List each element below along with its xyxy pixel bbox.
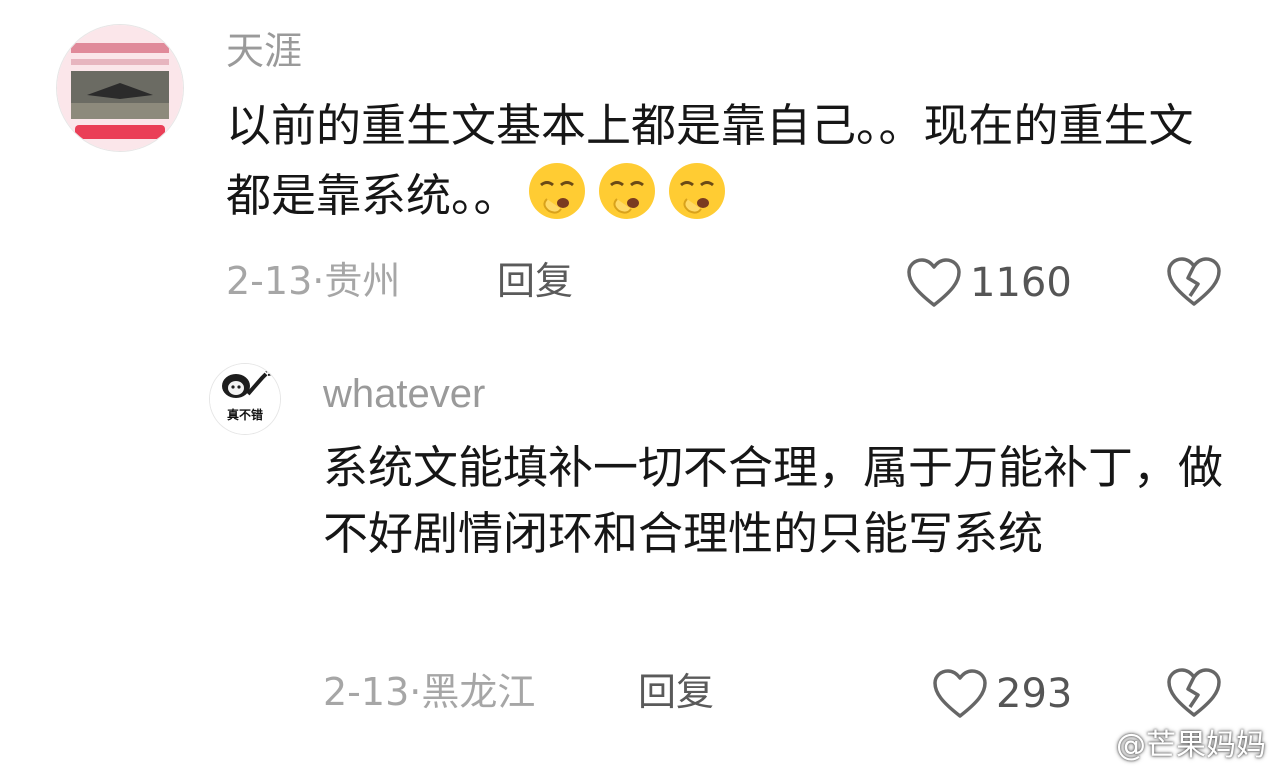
- avatar-caption: 真不错: [226, 408, 263, 422]
- username[interactable]: whatever: [323, 374, 485, 414]
- heart-outline-icon: [933, 669, 987, 718]
- comment-location: 黑龙江: [421, 670, 536, 714]
- comment-text: 以前的重生文基本上都是靠自己。。现在的重生文都是靠系统。。: [226, 93, 1236, 229]
- meta-separator: ·: [409, 670, 422, 714]
- comment-text: 系统文能填补一切不合理，属于万能补丁，做不好剧情闭环和合理性的只能写系统: [323, 435, 1233, 567]
- yawning-face-icon: [595, 159, 659, 223]
- comment-meta: 2-13·黑龙江: [323, 673, 535, 711]
- reply-button[interactable]: 回复: [638, 673, 714, 711]
- like-count: 293: [996, 671, 1073, 717]
- comment-date: 2-13: [323, 670, 410, 714]
- avatar[interactable]: [57, 25, 183, 151]
- broken-heart-icon: [1167, 257, 1221, 306]
- avatar[interactable]: 真不错: [210, 364, 280, 434]
- watermark-text: @芒果妈妈: [1116, 728, 1266, 763]
- reply-button[interactable]: 回复: [497, 262, 573, 300]
- yawning-face-icon: [665, 159, 729, 223]
- username[interactable]: 天涯: [226, 32, 302, 70]
- dislike-button[interactable]: [1166, 667, 1222, 723]
- like-button[interactable]: 1160: [906, 257, 1072, 309]
- dislike-button[interactable]: [1166, 256, 1222, 312]
- comment-text-content: 系统文能填补一切不合理，属于万能补丁，做不好剧情闭环和合理性的只能写系统: [323, 441, 1224, 560]
- weibo-logo-icon: [1071, 733, 1108, 762]
- comment-date: 2-13: [226, 259, 313, 303]
- broken-heart-icon: [1167, 668, 1221, 717]
- like-count: 1160: [970, 260, 1072, 306]
- meta-separator: ·: [312, 259, 325, 303]
- comment-meta: 2-13·贵州: [226, 262, 400, 300]
- comment-1: 天涯 以前的重生文基本上都是靠自己。。现在的重生文都是靠系统。。 2-13·贵州…: [0, 0, 1280, 340]
- comment-location: 贵州: [324, 259, 401, 303]
- like-button[interactable]: 293: [932, 668, 1072, 720]
- comment-2: 真不错 whatever 系统文能填补一切不合理，属于万能补丁，做不好剧情闭环和…: [0, 340, 1280, 771]
- yawning-face-icon: [525, 159, 589, 223]
- heart-outline-icon: [907, 258, 961, 307]
- watermark: @芒果妈妈: [1070, 729, 1266, 763]
